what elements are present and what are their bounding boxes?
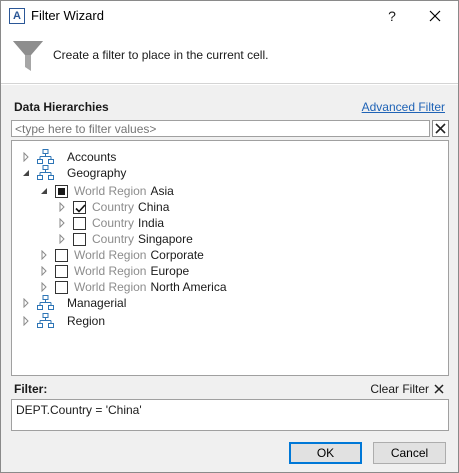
data-hierarchies-label: Data Hierarchies (14, 100, 109, 114)
europe-checkbox[interactable] (55, 264, 68, 278)
level-label: World Region (74, 280, 147, 294)
filter-wizard-dialog: A Filter Wizard ? Create a filter to pla… (0, 0, 459, 473)
member-label: Corporate (150, 248, 204, 262)
level-label: World Region (74, 184, 147, 198)
tree-node-europe[interactable]: World Region Europe (39, 263, 189, 279)
hierarchy-icon (37, 295, 54, 310)
tree-node-label: Geography (67, 166, 127, 180)
advanced-filter-link[interactable]: Advanced Filter (362, 100, 445, 114)
level-label: Country (92, 200, 135, 214)
tree-node-label: Managerial (67, 296, 127, 310)
clear-search-button[interactable] (432, 120, 449, 137)
close-icon (434, 384, 444, 394)
expand-arrow-icon[interactable] (39, 266, 49, 276)
tree-node-region[interactable]: Region (21, 313, 105, 329)
help-button[interactable]: ? (382, 6, 402, 26)
title-bar: A Filter Wizard ? (1, 1, 458, 31)
level-label: Country (92, 216, 135, 230)
hierarchy-tree[interactable]: Accounts Geography World Region Asia Cou… (11, 140, 449, 376)
filter-values-input[interactable] (11, 120, 430, 137)
expand-arrow-icon[interactable] (21, 152, 31, 162)
tree-node-china[interactable]: Country China (57, 199, 169, 215)
china-checkbox[interactable] (73, 200, 86, 214)
expand-arrow-icon[interactable] (21, 316, 31, 326)
north-america-checkbox[interactable] (55, 280, 68, 294)
cancel-button[interactable]: Cancel (373, 442, 446, 464)
window-title: Filter Wizard (31, 8, 104, 23)
tree-node-label: Accounts (67, 150, 117, 164)
india-checkbox[interactable] (73, 216, 86, 230)
member-label: India (138, 216, 165, 230)
expand-arrow-icon[interactable] (39, 282, 49, 292)
tree-node-singapore[interactable]: Country Singapore (57, 231, 193, 247)
tree-node-corporate[interactable]: World Region Corporate (39, 247, 204, 263)
level-label: World Region (74, 264, 147, 278)
dialog-content: Data Hierarchies Advanced Filter Account… (1, 85, 458, 472)
collapse-arrow-icon[interactable] (39, 186, 49, 196)
level-label: World Region (74, 248, 147, 262)
level-label: Country (92, 232, 135, 246)
clear-filter-button[interactable]: Clear Filter (370, 382, 444, 396)
member-label: Europe (150, 264, 190, 278)
hierarchy-icon (37, 149, 54, 164)
filter-label: Filter: (14, 382, 48, 396)
asia-checkbox[interactable] (55, 184, 68, 198)
collapse-arrow-icon[interactable] (21, 168, 31, 178)
close-button[interactable] (425, 6, 445, 26)
instruction-text: Create a filter to place in the current … (53, 48, 269, 62)
funnel-icon (13, 41, 43, 71)
singapore-checkbox[interactable] (73, 232, 86, 246)
tree-node-accounts[interactable]: Accounts (21, 149, 116, 165)
app-icon: A (9, 8, 25, 24)
expand-arrow-icon[interactable] (57, 202, 67, 212)
expand-arrow-icon[interactable] (57, 234, 67, 244)
member-label: Asia (150, 184, 174, 198)
ok-button[interactable]: OK (289, 442, 362, 464)
close-icon (429, 10, 441, 22)
filter-expression-field[interactable]: DEPT.Country = 'China' (11, 399, 449, 431)
hierarchy-icon (37, 313, 54, 328)
expand-arrow-icon[interactable] (21, 298, 31, 308)
member-label: North America (150, 280, 227, 294)
checkmark-icon (75, 203, 86, 213)
clear-icon (435, 123, 446, 134)
expand-arrow-icon[interactable] (57, 218, 67, 228)
member-label: China (138, 200, 170, 214)
corporate-checkbox[interactable] (55, 248, 68, 262)
tree-node-asia[interactable]: World Region Asia (39, 183, 174, 199)
expand-arrow-icon[interactable] (39, 250, 49, 260)
tree-node-india[interactable]: Country India (57, 215, 164, 231)
hierarchy-icon (37, 165, 54, 180)
tree-node-north-america[interactable]: World Region North America (39, 279, 227, 295)
tree-node-managerial[interactable]: Managerial (21, 295, 126, 311)
tree-node-geography[interactable]: Geography (21, 165, 126, 181)
tree-node-label: Region (67, 314, 106, 328)
clear-filter-label: Clear Filter (370, 382, 429, 396)
header-band: Create a filter to place in the current … (1, 31, 458, 84)
member-label: Singapore (138, 232, 193, 246)
